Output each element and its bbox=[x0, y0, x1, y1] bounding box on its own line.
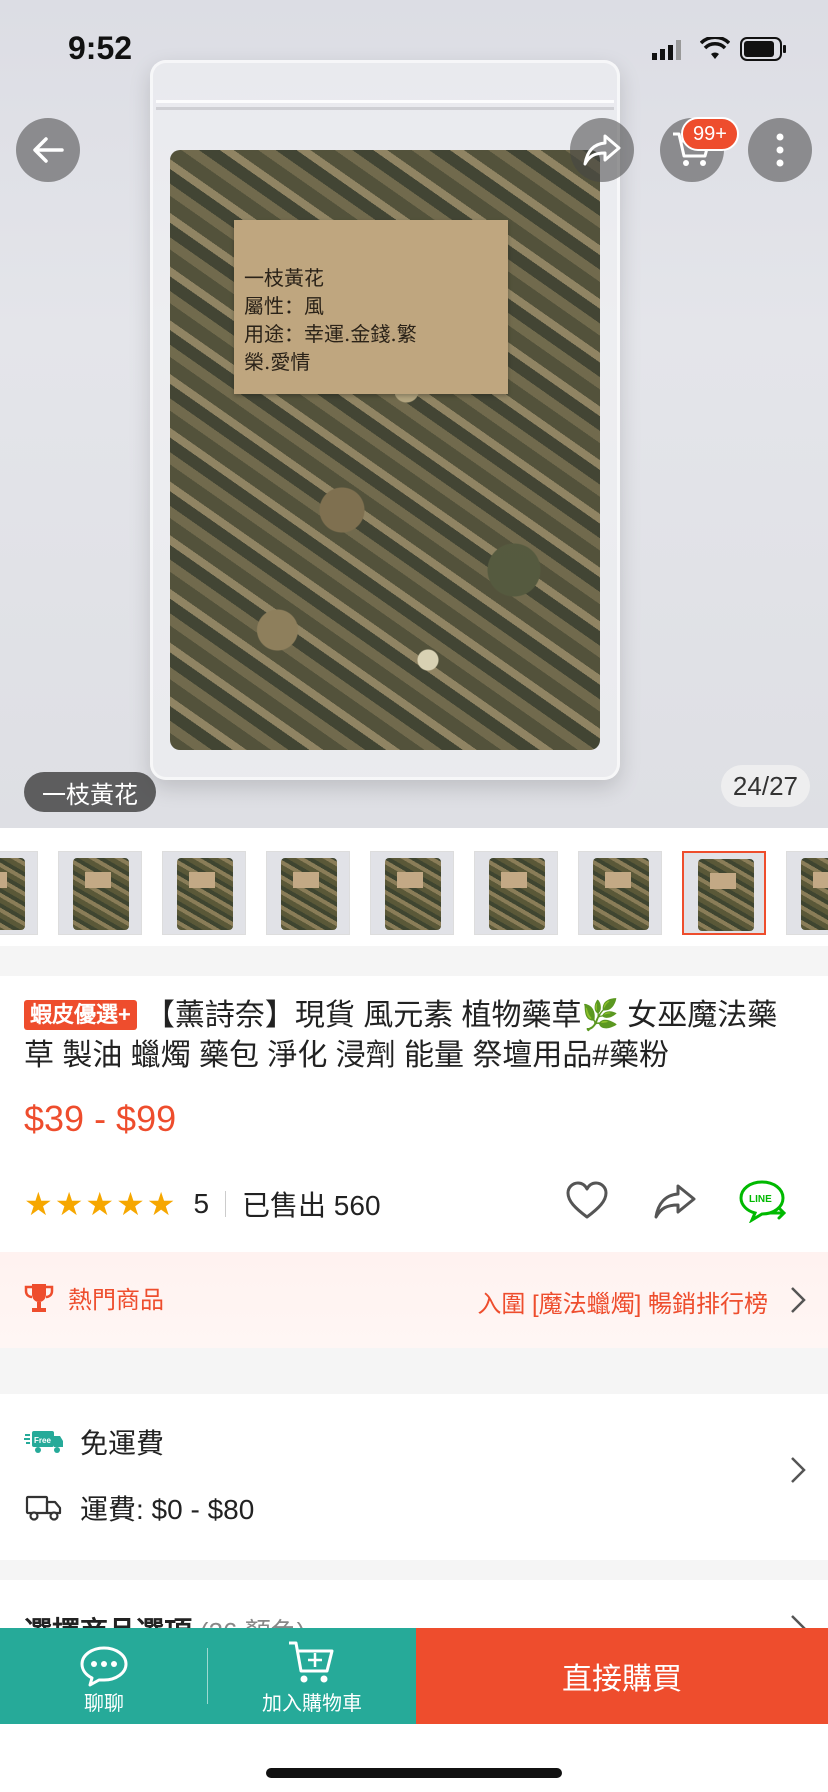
thumbnail[interactable] bbox=[58, 851, 142, 935]
truck-icon bbox=[24, 1493, 64, 1523]
opt-text: 選擇商品選項 (26 顏色) bbox=[24, 1610, 305, 1630]
heart-icon bbox=[566, 1181, 608, 1219]
herb-bag-photo bbox=[150, 60, 620, 780]
thumbnail[interactable] bbox=[474, 851, 558, 935]
arrow-left-icon bbox=[33, 137, 64, 163]
thumbnail[interactable] bbox=[370, 851, 454, 935]
chevron-right-icon bbox=[791, 1457, 806, 1483]
trophy-icon bbox=[24, 1283, 54, 1312]
image-caption: 一枝黃花 bbox=[24, 772, 156, 812]
preferred-tag: 蝦皮優選+ bbox=[24, 1000, 137, 1030]
label-line: 用途：幸運.金錢.繁 bbox=[244, 322, 417, 346]
line-share-button[interactable]: LINE bbox=[738, 1176, 788, 1226]
more-button[interactable] bbox=[748, 118, 812, 182]
label-line: 一枝黃花 bbox=[244, 266, 324, 290]
thumbnail[interactable] bbox=[786, 851, 828, 935]
more-vertical-icon bbox=[776, 133, 784, 167]
free-shipping-text: 免運費 bbox=[80, 1428, 165, 1459]
shipping-fee-row: 運費: $0 - $80 bbox=[24, 1488, 254, 1528]
product-image[interactable]: 一枝黃花 屬性：風 用途：幸運.金錢.繁 榮.愛情 9:52 99+ 一枝黃花 … bbox=[0, 0, 828, 828]
star-icon: ★ bbox=[116, 1186, 145, 1222]
share-icon bbox=[654, 1184, 696, 1219]
star-rating: ★ ★ ★ ★ ★ bbox=[24, 1188, 175, 1220]
shipping-section[interactable]: Free 免運費 運費: $0 - $80 bbox=[0, 1394, 828, 1560]
chat-button[interactable]: 聊聊 bbox=[0, 1628, 208, 1724]
svg-text:Free: Free bbox=[34, 1436, 51, 1445]
bottom-action-bar: 聊聊 加入購物車 直接購買 bbox=[0, 1628, 828, 1724]
share-button[interactable] bbox=[570, 118, 634, 182]
price-range: $39 - $99 bbox=[24, 1098, 177, 1139]
cart-count-badge: 99+ bbox=[681, 117, 739, 151]
thumbnail-active[interactable] bbox=[682, 851, 766, 935]
free-shipping-row: Free 免運費 bbox=[24, 1422, 164, 1462]
line-icon: LINE bbox=[739, 1180, 787, 1223]
chat-label: 聊聊 bbox=[84, 1693, 124, 1715]
chat-icon bbox=[80, 1646, 128, 1687]
label-line: 榮.愛情 bbox=[244, 350, 311, 374]
sold-count: 已售出 560 bbox=[242, 1190, 381, 1221]
star-icon: ★ bbox=[146, 1186, 176, 1222]
svg-text:LINE: LINE bbox=[749, 1194, 772, 1205]
herb-label-card: 一枝黃花 屬性：風 用途：幸運.金錢.繁 榮.愛情 bbox=[234, 220, 508, 394]
thumbnail[interactable] bbox=[578, 851, 662, 935]
add-to-cart-label: 加入購物車 bbox=[262, 1693, 362, 1715]
thumbnail[interactable] bbox=[162, 851, 246, 935]
add-cart-icon bbox=[289, 1641, 334, 1683]
status-time: 9:52 bbox=[68, 30, 133, 66]
hot-product-banner[interactable]: 熱門商品 入圍 [魔法蠟燭] 暢銷排行榜 bbox=[0, 1252, 828, 1348]
home-indicator-area bbox=[0, 1724, 828, 1792]
star-icon: ★ bbox=[54, 1186, 84, 1222]
ranking-link[interactable]: 入圍 [魔法蠟燭] 暢銷排行榜 bbox=[477, 1284, 768, 1319]
status-bar: 9:52 bbox=[0, 0, 828, 96]
share-icon bbox=[583, 134, 621, 166]
select-options-row[interactable]: 選擇商品選項 (26 顏色) bbox=[0, 1580, 828, 1630]
star-icon: ★ bbox=[24, 1186, 53, 1222]
home-indicator[interactable] bbox=[266, 1768, 562, 1778]
product-title: 蝦皮優選+ 【薰詩奈】現貨 風元素 植物藥草🌿 女巫魔法藥草 製油 蠟燭 藥包 淨… bbox=[24, 996, 804, 1076]
buy-now-button[interactable]: 直接購買 bbox=[416, 1628, 828, 1724]
hot-left: 熱門商品 bbox=[24, 1280, 164, 1315]
star-icon: ★ bbox=[85, 1186, 115, 1222]
divider bbox=[225, 1191, 227, 1217]
signal-icon bbox=[652, 40, 681, 60]
bag-zipper bbox=[156, 100, 614, 110]
thumbnail[interactable] bbox=[0, 851, 38, 935]
share-product-button[interactable] bbox=[650, 1176, 700, 1226]
label-line: 屬性：風 bbox=[244, 294, 324, 318]
battery-icon bbox=[740, 37, 786, 61]
rating-row[interactable]: ★ ★ ★ ★ ★ 5 已售出 560 bbox=[24, 1184, 381, 1224]
add-to-cart-button[interactable]: 加入購物車 bbox=[208, 1628, 416, 1724]
rating-value: 5 bbox=[193, 1188, 210, 1219]
back-button[interactable] bbox=[16, 118, 80, 182]
thumbnail-strip[interactable] bbox=[0, 828, 828, 946]
wifi-icon bbox=[700, 37, 730, 59]
product-title-text: 【薰詩奈】現貨 風元素 植物藥草🌿 女巫魔法藥草 製油 蠟燭 藥包 淨化 浸劑 … bbox=[24, 999, 778, 1072]
free-shipping-icon: Free bbox=[24, 1427, 64, 1457]
hot-label: 熱門商品 bbox=[68, 1287, 164, 1314]
like-button[interactable] bbox=[562, 1176, 612, 1226]
shipping-fee-text: 運費: $0 - $80 bbox=[80, 1494, 255, 1525]
product-info: 蝦皮優選+ 【薰詩奈】現貨 風元素 植物藥草🌿 女巫魔法藥草 製油 蠟燭 藥包 淨… bbox=[0, 976, 828, 1252]
image-counter: 24/27 bbox=[720, 765, 810, 807]
thumbnail[interactable] bbox=[266, 851, 350, 935]
chevron-right-icon bbox=[791, 1287, 806, 1313]
